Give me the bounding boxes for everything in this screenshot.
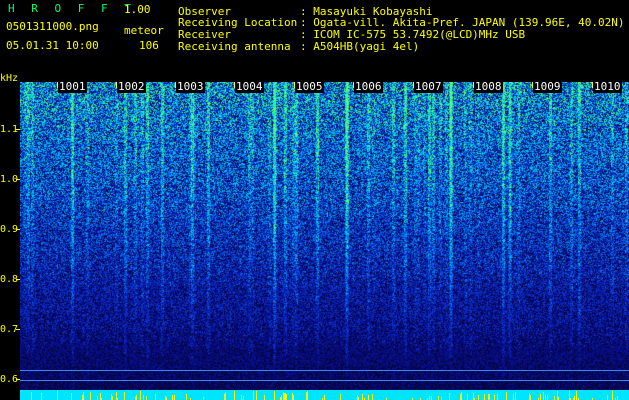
detection-tick [253,391,254,400]
detection-tick [116,392,117,400]
detection-tick [529,393,530,400]
y-tick-mark [16,379,20,380]
detection-tick [340,394,341,400]
minute-marker: 1010 [593,80,622,93]
detection-tick [530,395,531,400]
meta-value-receiver: : ICOM IC-575 53.7492(@LCD)MHz USB [300,28,526,41]
meta-key-receiver: Receiver [178,28,231,41]
frequency-unit-label: kHz [0,73,19,84]
detection-tick [569,391,570,400]
detection-tick [234,391,235,400]
detection-tick [243,396,244,400]
detection-tick [547,395,548,400]
detection-tick [274,391,275,400]
y-tick-mark [16,179,20,180]
detection-tick [461,392,462,400]
minute-marker: 1005 [295,80,324,93]
meteor-label: meteor [124,24,164,37]
detection-tick [143,395,144,400]
detection-tick [83,392,84,400]
detection-tick [41,393,42,400]
detection-tick [124,392,125,400]
detection-tick [607,395,608,400]
detection-tick [368,395,369,400]
minute-marker: 1001 [58,80,87,93]
minute-marker: 1006 [354,80,383,93]
detection-tick [467,394,468,400]
reference-line-upper [20,370,629,371]
detection-tick [31,394,32,400]
detection-tick [140,391,141,400]
meteor-detection-strip [20,390,629,400]
meta-value-location: : Ogata-vill. Akita-Pref. JAPAN (139.96E… [300,16,625,29]
detection-tick [324,395,325,400]
detection-tick [494,395,495,400]
detection-tick [293,395,294,400]
minute-marker: 1003 [176,80,205,93]
detection-tick [307,395,308,400]
detection-tick [112,396,113,400]
detection-tick [554,396,555,400]
detection-tick [362,394,363,400]
detection-tick [497,394,498,400]
detection-tick [617,396,618,400]
minute-marker: 1009 [533,80,562,93]
detection-tick [484,394,485,400]
detection-tick [540,394,541,400]
minute-marker: 1004 [235,80,264,93]
detection-tick [111,394,112,400]
detection-tick [429,396,430,400]
minute-marker: 1008 [474,80,503,93]
y-tick-mark [16,329,20,330]
detection-tick [478,395,479,400]
detection-tick [186,394,187,400]
detection-tick [71,393,72,400]
detection-tick [545,395,546,400]
spectrogram [20,82,629,390]
meta-value-antenna: : A504HB(yagi 4el) [300,40,420,53]
detection-tick [513,394,514,400]
detection-tick [515,392,516,400]
detection-tick [438,396,439,400]
detection-tick [574,396,575,400]
minute-marker: 1002 [117,80,146,93]
app-brand: H R O F F T [8,2,136,15]
detection-tick [172,395,173,400]
detection-tick [174,395,175,400]
observation-datetime: 05.01.31 10:00 [6,39,99,52]
detection-tick [357,395,358,400]
meta-key-antenna: Receiving antenna [178,40,291,53]
y-tick-mark [16,279,20,280]
detection-tick [281,395,282,400]
detection-tick [146,396,147,400]
detection-tick [241,395,242,400]
detection-tick [225,392,226,400]
detection-tick [284,393,285,400]
detection-tick [612,391,613,400]
detection-tick [372,394,373,400]
minute-marker: 1007 [414,80,443,93]
detection-tick [97,396,98,400]
detection-tick [57,391,58,400]
detection-tick [264,395,265,400]
detection-tick [431,396,432,400]
detection-tick [576,391,577,400]
detection-tick [449,393,450,400]
detection-tick [256,391,257,400]
detection-tick [286,394,287,400]
detection-tick [155,394,156,400]
detection-tick [90,392,91,400]
detection-tick [489,394,490,400]
meteor-count: 106 [139,39,159,52]
y-tick-mark [16,229,20,230]
app-version: 1.00 [124,3,151,16]
detection-tick [543,392,544,400]
image-filename: 0501311000.png [6,20,99,33]
detection-tick [306,392,307,400]
y-tick-mark [16,129,20,130]
reference-line-lower [20,380,629,381]
meta-key-location: Receiving Location [178,16,298,29]
